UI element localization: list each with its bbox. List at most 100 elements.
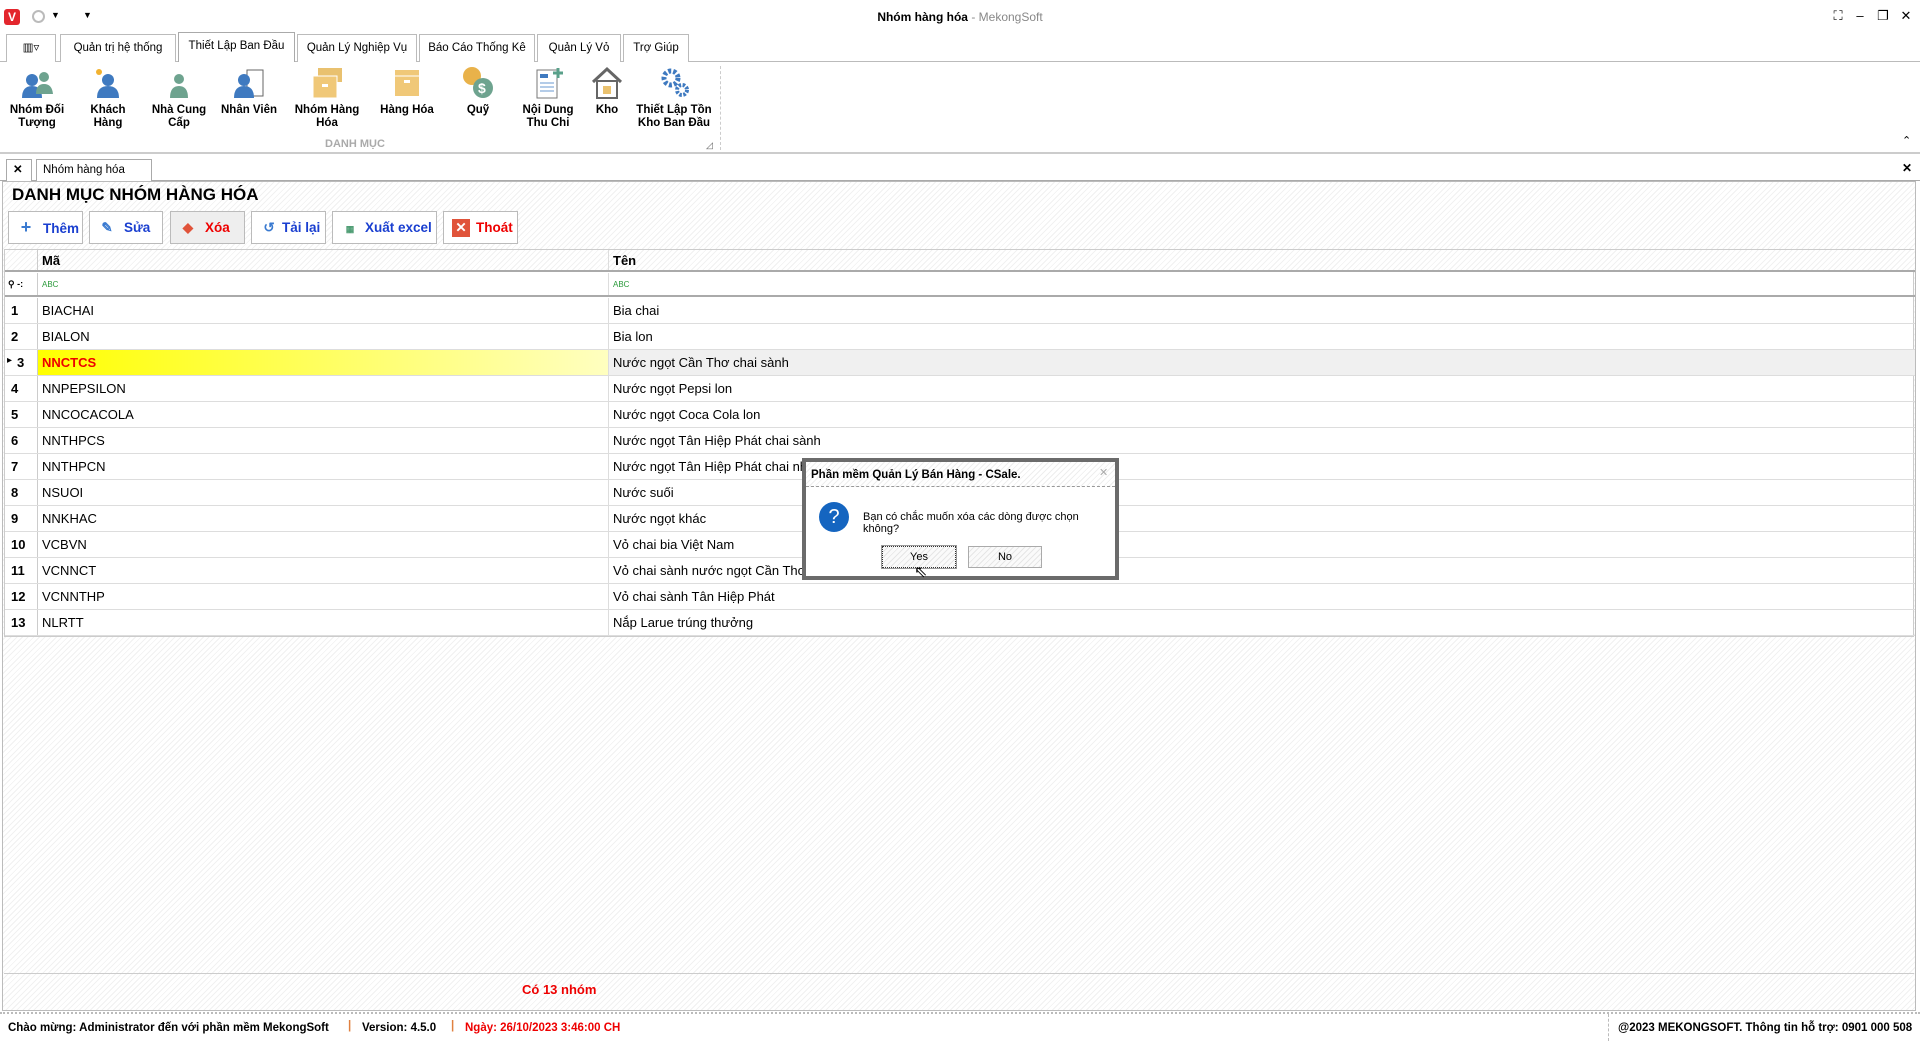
label: Tượng xyxy=(18,117,56,129)
cell-ma[interactable]: NNTHPCS xyxy=(38,428,609,453)
ribbon-quy[interactable]: $ Quỹ xyxy=(448,66,508,117)
exit-button[interactable]: ✕ Thoát xyxy=(443,211,518,244)
ribbon-nhan-vien[interactable]: Nhân Viên xyxy=(216,66,282,117)
tab-bao-cao-thong-ke[interactable]: Báo Cáo Thống Kê xyxy=(419,34,535,62)
row-number[interactable]: 10 xyxy=(5,532,38,557)
cell-ma[interactable]: NNTHPCN xyxy=(38,454,609,479)
cell-ma[interactable]: BIACHAI xyxy=(38,298,609,323)
row-number[interactable]: 5 xyxy=(5,402,38,427)
row-number[interactable]: 8 xyxy=(5,480,38,505)
table-row[interactable]: 3 NNCTCS Nước ngọt Cần Thơ chai sành ▸ xyxy=(5,350,1915,376)
filter-pin-icon[interactable]: ⚲ -: xyxy=(5,273,38,295)
dialog-message: Bạn có chắc muốn xóa các dòng được chọn … xyxy=(863,511,1079,535)
table-row[interactable]: 6 NNTHPCS Nước ngọt Tân Hiệp Phát chai sàn… xyxy=(5,428,1915,454)
minimize-button[interactable]: – xyxy=(1850,8,1870,23)
filter-ten-input[interactable]: ABC xyxy=(609,273,1915,295)
window-title-text: Nhóm hàng hóa xyxy=(877,10,968,24)
cell-ten[interactable]: Bia lon xyxy=(609,324,1915,349)
window-app-name: - MekongSoft xyxy=(967,10,1043,24)
tab-quan-ly-nghiep-vu[interactable]: Quản Lý Nghiệp Vụ xyxy=(297,34,417,62)
cell-ten[interactable]: Nước ngọt Pepsi lon xyxy=(609,376,1915,401)
cell-ma[interactable]: VCBVN xyxy=(38,532,609,557)
group-launcher-icon[interactable]: ◿ xyxy=(706,140,713,151)
restore-button[interactable]: ❐ xyxy=(1873,8,1893,24)
cell-ten[interactable]: Vỏ chai sành Tân Hiệp Phát xyxy=(609,584,1915,609)
tab-quan-tri-he-thong[interactable]: Quản trị hệ thống xyxy=(60,34,176,62)
table-row[interactable]: 5 NNCOCACOLA Nước ngọt Coca Cola lon xyxy=(5,402,1915,428)
label: Xuất excel xyxy=(365,220,432,235)
ribbon-nha-cung-cap[interactable]: Nhà Cung Cấp xyxy=(146,66,212,130)
boxes-icon xyxy=(310,66,344,100)
cell-ten[interactable]: Nước ngọt Tân Hiệp Phát chai sành xyxy=(609,428,1915,453)
delete-button[interactable]: ◆ Xóa xyxy=(170,211,245,244)
ribbon-kho[interactable]: Kho xyxy=(588,66,626,117)
ribbon-hang-hoa[interactable]: Hàng Hóa xyxy=(372,66,442,117)
row-number[interactable]: 9 xyxy=(5,506,38,531)
pencil-icon: ✎ xyxy=(101,220,113,235)
row-number[interactable]: 4 xyxy=(5,376,38,401)
row-number[interactable]: 11 xyxy=(5,558,38,583)
label: Khách xyxy=(90,104,126,116)
status-divider: | xyxy=(348,1020,352,1032)
label: Quỹ xyxy=(466,104,490,116)
ribbon-separator xyxy=(720,66,721,150)
cell-ma[interactable]: NNCTCS xyxy=(38,350,609,375)
cell-ten[interactable]: Nước ngọt Coca Cola lon xyxy=(609,402,1915,427)
table-row[interactable]: 1 BIACHAI Bia chai xyxy=(5,298,1915,324)
row-number[interactable]: 1 xyxy=(5,298,38,323)
table-row[interactable]: 2 BIALON Bia lon xyxy=(5,324,1915,350)
ribbon-thiet-lap-ton-kho[interactable]: Thiết Lập Tồn Kho Ban Đầu xyxy=(632,66,716,130)
ribbon-menu-button[interactable]: ▥▿ xyxy=(6,34,56,62)
add-button[interactable]: + Thêm xyxy=(8,211,83,244)
tab-thiet-lap-ban-dau[interactable]: Thiết Lập Ban Đầu xyxy=(178,32,295,63)
document-tabs: ✕ Nhóm hàng hóa ✕ ✕ xyxy=(0,157,1920,196)
cell-ma[interactable]: NSUOI xyxy=(38,480,609,505)
cell-ma[interactable]: NNPEPSILON xyxy=(38,376,609,401)
row-number[interactable]: 6 xyxy=(5,428,38,453)
cell-ma[interactable]: VCNNTHP xyxy=(38,584,609,609)
row-number[interactable]: 7 xyxy=(5,454,38,479)
table-row[interactable]: 12 VCNNTHP Vỏ chai sành Tân Hiệp Phát xyxy=(5,584,1915,610)
row-number[interactable]: 13 xyxy=(5,610,38,635)
ribbon-nhom-doi-tuong[interactable]: Nhóm Đối Tượng xyxy=(4,66,70,130)
filter-ma-input[interactable]: ABC xyxy=(38,273,609,295)
cell-ten[interactable]: Nắp Larue trúng thưởng xyxy=(609,610,1915,635)
cell-ma[interactable]: BIALON xyxy=(38,324,609,349)
xlsx-icon: ▦ xyxy=(345,224,355,234)
close-all-tabs-icon[interactable]: ✕ xyxy=(6,159,32,181)
ribbon-nhom-hang-hoa[interactable]: Nhóm Hàng Hóa xyxy=(292,66,362,130)
cell-ma[interactable]: NLRTT xyxy=(38,610,609,635)
export-excel-button[interactable]: ▦ Xuất excel xyxy=(332,211,437,244)
column-header-ten[interactable]: Tên xyxy=(609,250,1915,270)
label: Nhóm Đối xyxy=(9,104,65,116)
fullscreen-icon[interactable]: ⛶ xyxy=(1828,8,1848,24)
cell-ten[interactable]: Bia chai xyxy=(609,298,1915,323)
label: Hàng xyxy=(93,117,123,129)
row-number[interactable]: 2 xyxy=(5,324,38,349)
cell-ma[interactable]: NNKHAC xyxy=(38,506,609,531)
reload-button[interactable]: ↺ Tải lại xyxy=(251,211,326,244)
doc-tab-nhom-hang-hoa[interactable]: Nhóm hàng hóa ✕ xyxy=(36,159,152,196)
collapse-ribbon-icon[interactable]: ⌃ xyxy=(1902,134,1911,147)
filter-row: ⚲ -: ABC ABC xyxy=(5,273,1915,297)
row-number[interactable]: 12 xyxy=(5,584,38,609)
table-row[interactable]: 4 NNPEPSILON Nước ngọt Pepsi lon xyxy=(5,376,1915,402)
cell-ten[interactable]: Nước ngọt Cần Thơ chai sành xyxy=(609,350,1915,375)
ribbon-khach-hang[interactable]: Khách Hàng xyxy=(78,66,138,130)
edit-button[interactable]: ✎ Sửa xyxy=(89,211,163,244)
ribbon-noi-dung-thu-chi[interactable]: Nội Dung Thu Chi xyxy=(516,66,580,130)
close-window-button[interactable]: ✕ xyxy=(1896,8,1916,24)
box-icon xyxy=(390,66,424,100)
close-box-icon: ✕ xyxy=(452,219,470,237)
cell-ma[interactable]: NNCOCACOLA xyxy=(38,402,609,427)
table-row[interactable]: 13 NLRTT Nắp Larue trúng thưởng xyxy=(5,610,1915,636)
no-button[interactable]: No xyxy=(968,546,1042,568)
tab-quan-ly-vo[interactable]: Quản Lý Vỏ xyxy=(537,34,621,62)
svg-text:$: $ xyxy=(478,80,486,96)
label: Nhà Cung xyxy=(151,104,207,116)
cell-ma[interactable]: VCNNCT xyxy=(38,558,609,583)
column-header-ma[interactable]: Mã xyxy=(38,250,609,270)
dialog-close-icon[interactable]: ✕ xyxy=(1099,466,1108,479)
tab-tro-giup[interactable]: Trợ Giúp xyxy=(623,34,689,62)
close-document-icon[interactable]: ✕ xyxy=(1902,161,1912,175)
